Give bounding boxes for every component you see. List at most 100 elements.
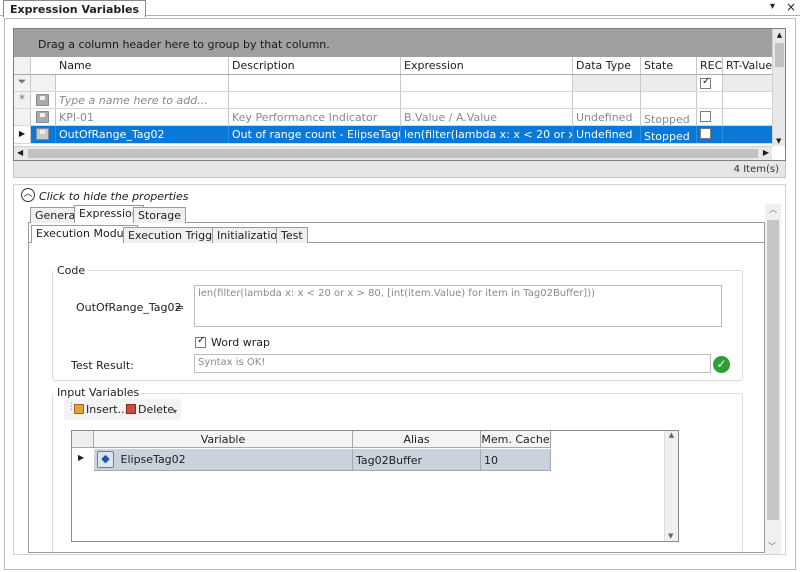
column-header-variable[interactable]: Variable	[94, 431, 353, 448]
table-row-selected[interactable]: ▶ OutOfRange_Tag02 Out of range count - …	[14, 126, 772, 144]
tab-test[interactable]: Test	[276, 227, 308, 243]
word-wrap-label: Word wrap	[211, 336, 271, 349]
disk-icon	[36, 94, 49, 106]
filter-cell-rec[interactable]	[697, 75, 723, 91]
cell-data-type[interactable]: Undefined	[573, 109, 641, 125]
filter-rec-checkbox[interactable]	[700, 76, 711, 89]
grid-footer: 4 Item(s)	[13, 161, 786, 178]
new-row-state[interactable]	[641, 92, 697, 108]
scroll-up-icon[interactable]: ▲	[665, 431, 678, 439]
item-count: 4 Item(s)	[733, 164, 779, 175]
check-ok-icon: ✓	[713, 356, 730, 373]
filter-cell-state[interactable]	[641, 75, 697, 91]
cell-state[interactable]: Stopped	[641, 109, 697, 125]
grid-vertical-scrollbar[interactable]: ▲ ▼	[772, 29, 785, 146]
cell-variable[interactable]: ◆ ElipseTag02	[94, 449, 353, 471]
close-icon[interactable]: ×	[786, 0, 796, 14]
tab-storage[interactable]: Storage	[133, 207, 187, 223]
cell-name[interactable]: KPI-01	[56, 109, 229, 125]
variable-value: ElipseTag02	[120, 453, 186, 466]
subgrid-corner	[72, 431, 94, 448]
filter-cell-name[interactable]	[56, 75, 229, 91]
insert-button[interactable]: Insert...	[86, 403, 128, 416]
word-wrap-checkbox[interactable]	[195, 335, 206, 348]
grid-header-row: Name Description Expression Data Type St…	[14, 57, 772, 75]
column-header-description[interactable]: Description	[229, 57, 401, 74]
scroll-right-icon[interactable]: ▶	[763, 148, 769, 157]
cell-description[interactable]: Key Performance Indicator	[229, 109, 401, 125]
test-result-field: Syntax is OK!	[194, 354, 711, 373]
scroll-up-icon[interactable]: ▲	[773, 29, 785, 39]
column-header-rec[interactable]: REC	[697, 57, 723, 74]
filter-cell-data-type[interactable]	[573, 75, 641, 91]
input-variables-label: Input Variables	[54, 386, 143, 399]
cell-rt-value[interactable]	[723, 126, 772, 143]
subgrid-scrollbar[interactable]: ▲ ▼	[664, 431, 678, 541]
new-row-name-input[interactable]: Type a name here to add...	[56, 92, 229, 108]
cell-mem-cache[interactable]: 10	[481, 449, 551, 471]
column-header-rt-value[interactable]: RT-Value	[723, 57, 772, 74]
filter-cell-description[interactable]	[229, 75, 401, 91]
row-indicator	[14, 109, 31, 125]
filter-cell-expression[interactable]	[401, 75, 573, 91]
cell-expression[interactable]: len(filter(lambda x: x < 20 or x > 80,..…	[401, 126, 573, 143]
delete-button[interactable]: Delete	[138, 403, 174, 416]
new-row-description[interactable]	[229, 92, 401, 108]
code-group-label: Code	[54, 264, 89, 277]
cell-name[interactable]: OutOfRange_Tag02	[56, 126, 229, 143]
column-header-expression[interactable]: Expression	[401, 57, 573, 74]
scroll-thumb[interactable]	[767, 220, 779, 520]
new-row-rec[interactable]	[697, 92, 723, 108]
variable-name-label: OutOfRange_Tag02	[76, 301, 182, 314]
word-wrap-option[interactable]: Word wrap	[195, 335, 271, 349]
scroll-up-icon[interactable]: ︿	[765, 204, 781, 215]
input-variables-grid: Variable Alias Mem. Cache ▶ ◆ ElipseTag0…	[71, 430, 679, 542]
scroll-down-icon[interactable]: ﹀	[768, 541, 776, 552]
new-row-rt-value[interactable]	[723, 92, 772, 108]
cell-data-type[interactable]: Undefined	[573, 126, 641, 143]
sub-tabs: Execution Module Execution Trigger Initi…	[31, 225, 331, 243]
table-row[interactable]: KPI-01 Key Performance Indicator B.Value…	[14, 109, 772, 126]
scroll-thumb[interactable]	[775, 43, 784, 67]
rec-checkbox[interactable]	[700, 110, 711, 122]
document-tab-title[interactable]: Expression Variables	[3, 0, 147, 17]
cell-state[interactable]: Stopped	[641, 126, 697, 143]
test-result-label: Test Result:	[71, 359, 134, 372]
expression-grid: Drag a column header here to group by th…	[13, 28, 786, 161]
column-header-state[interactable]: State	[641, 57, 697, 74]
disk-icon	[36, 128, 49, 140]
new-row-expression[interactable]	[401, 92, 573, 108]
rec-checkbox[interactable]	[700, 127, 711, 139]
equals-label: =	[175, 301, 185, 314]
cell-rec[interactable]	[697, 126, 723, 143]
column-header-data-type[interactable]: Data Type	[573, 57, 641, 74]
disk-icon	[36, 111, 49, 123]
row-save	[31, 109, 56, 125]
column-header-name[interactable]: Name	[56, 57, 229, 74]
collapse-up-icon[interactable]: ︿	[21, 188, 35, 202]
cell-rt-value[interactable]	[723, 109, 772, 125]
cell-expression[interactable]: B.Value / A.Value	[401, 109, 573, 125]
group-by-panel[interactable]: Drag a column header here to group by th…	[14, 29, 772, 57]
expression-editor[interactable]: len(filter(lambda x: x < 20 or x > 80, […	[194, 285, 722, 327]
hscroll-thumb[interactable]	[28, 149, 758, 158]
insert-icon	[74, 404, 84, 414]
scroll-down-icon[interactable]: ▼	[776, 137, 781, 145]
toolbar-overflow-icon[interactable]: ▾	[173, 407, 177, 416]
cell-alias[interactable]: Tag02Buffer	[353, 449, 481, 471]
new-row-data-type[interactable]	[573, 92, 641, 108]
dropdown-icon[interactable]: ▾	[770, 1, 775, 12]
scroll-left-icon[interactable]: ◀	[17, 148, 23, 157]
filter-cell-rt-value[interactable]	[723, 75, 772, 91]
filter-icon: ⏷	[14, 75, 31, 91]
properties-scrollbar[interactable]: ︿ ﹀	[765, 204, 781, 554]
cell-rec[interactable]	[697, 109, 723, 125]
column-header-alias[interactable]: Alias	[353, 431, 481, 448]
toggle-properties-label[interactable]: Click to hide the properties	[39, 190, 188, 203]
tag-icon: ◆	[97, 451, 114, 468]
cell-description[interactable]: Out of range count - ElipseTag02	[229, 126, 401, 143]
scroll-down-icon[interactable]: ▼	[668, 532, 673, 540]
column-header-mem-cache[interactable]: Mem. Cache	[481, 431, 551, 448]
new-row: * Type a name here to add...	[14, 92, 772, 109]
grid-horizontal-scrollbar[interactable]: ◀ ▶	[14, 146, 772, 160]
